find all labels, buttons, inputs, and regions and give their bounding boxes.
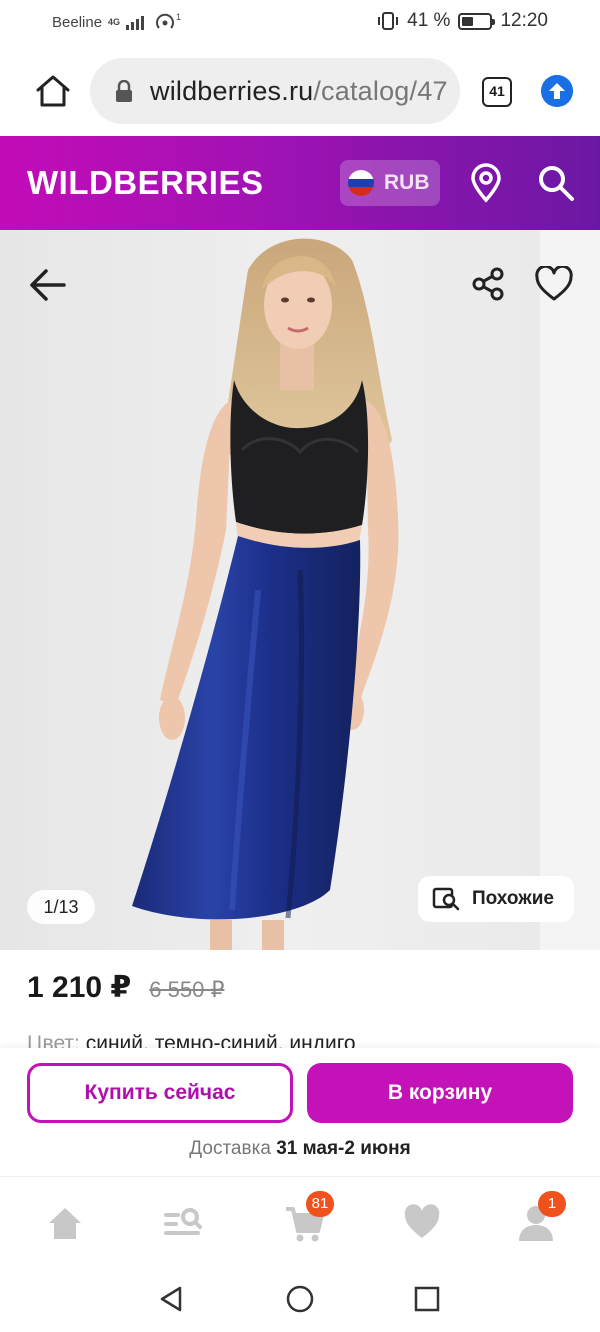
catalog-search-icon[interactable] <box>162 1203 202 1243</box>
image-counter: 1/13 <box>27 890 95 924</box>
carrier-name: Beeline <box>52 13 103 31</box>
share-icon[interactable] <box>470 266 506 302</box>
buy-now-button[interactable]: Купить сейчас <box>27 1063 293 1123</box>
update-arrow-icon[interactable] <box>541 75 573 107</box>
current-price: 1 210 ₽ <box>27 971 132 1004</box>
url-domain: wildberries.ru <box>150 76 314 106</box>
wildberries-logo[interactable]: WILDBERRIES <box>27 164 264 202</box>
address-bar[interactable]: wildberries.ru/catalog/47 <box>90 58 460 124</box>
network-type: 4G <box>108 17 121 27</box>
back-arrow-icon[interactable] <box>26 264 68 306</box>
similar-button[interactable]: Похожие <box>418 876 574 922</box>
delivery-info: Доставка 31 мая-2 июня <box>0 1138 600 1160</box>
product-photo <box>0 230 600 950</box>
cart-nav-item[interactable]: 81 <box>284 1191 334 1243</box>
product-image-gallery[interactable]: 1/13 Похожие <box>0 230 600 950</box>
russia-flag-icon <box>348 170 374 196</box>
home-icon[interactable] <box>34 72 72 110</box>
status-right: 41 % 12:20 <box>377 10 548 32</box>
similar-label: Похожие <box>472 888 554 909</box>
old-price: 6 550 ₽ <box>149 977 225 1002</box>
hotspot-icon: 1 <box>156 12 181 29</box>
status-bar: Beeline 4G 1 41 % 12:20 <box>0 0 600 44</box>
status-left: Beeline 4G 1 <box>52 12 182 32</box>
lock-icon <box>116 80 132 102</box>
battery-icon <box>458 12 496 30</box>
system-navigation <box>0 1264 600 1332</box>
system-recents-icon[interactable] <box>412 1284 442 1314</box>
search-icon[interactable] <box>536 163 576 203</box>
system-home-icon[interactable] <box>285 1284 315 1314</box>
currency-selector[interactable]: RUB <box>340 160 440 206</box>
similar-search-icon <box>432 887 460 911</box>
battery-percent: 41 % <box>407 10 451 31</box>
price-row: 1 210 ₽ 6 550 ₽ <box>27 970 224 1005</box>
bottom-navigation: 81 1 <box>0 1176 600 1264</box>
browser-toolbar: wildberries.ru/catalog/47 41 <box>0 44 600 136</box>
delivery-label: Доставка <box>189 1138 271 1159</box>
profile-nav-item[interactable]: 1 <box>516 1191 566 1243</box>
vibrate-icon <box>378 12 399 30</box>
wb-header: WILDBERRIES RUB <box>0 136 600 230</box>
clock: 12:20 <box>500 10 548 31</box>
location-pin-icon[interactable] <box>468 163 504 203</box>
cart-badge: 81 <box>306 1191 334 1217</box>
signal-icon <box>126 16 145 30</box>
action-panel: Купить сейчас В корзину Доставка 31 мая-… <box>0 1048 600 1176</box>
profile-badge: 1 <box>538 1191 566 1217</box>
battery-fill <box>462 16 474 26</box>
system-back-icon[interactable] <box>156 1284 186 1314</box>
url-path: /catalog/47 <box>313 76 448 106</box>
currency-label: RUB <box>384 171 430 194</box>
url-text: wildberries.ru/catalog/47 <box>150 76 448 107</box>
delivery-dates: 31 мая-2 июня <box>276 1138 411 1159</box>
favorites-heart-icon[interactable] <box>402 1203 442 1243</box>
add-to-cart-button[interactable]: В корзину <box>307 1063 573 1123</box>
svg-text:1: 1 <box>176 12 181 22</box>
home-nav-icon[interactable] <box>45 1203 85 1243</box>
heart-icon[interactable] <box>534 266 574 302</box>
tabs-button[interactable]: 41 <box>482 77 512 107</box>
